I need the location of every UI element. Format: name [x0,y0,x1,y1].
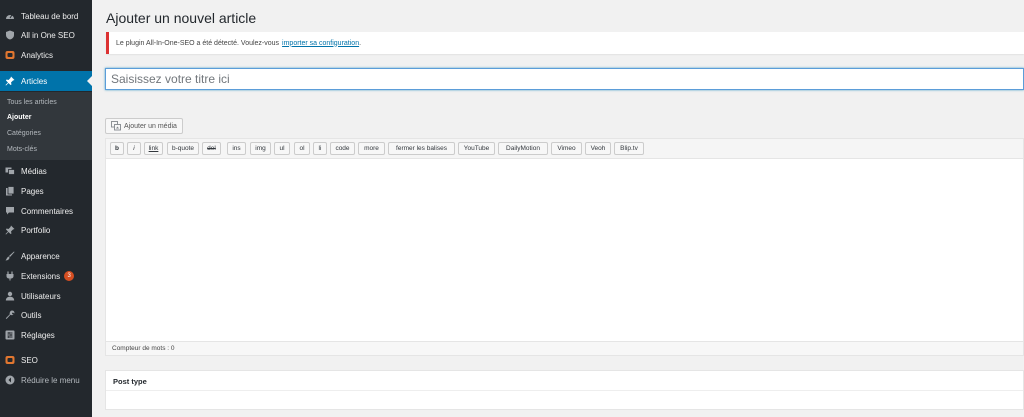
metabox-divider [106,390,1023,391]
wrench-icon [5,310,15,320]
qt-link-button[interactable]: link [144,142,163,155]
analytics-icon [5,50,15,60]
sidebar-item-all-in-one-seo[interactable]: All in One SEO [0,26,92,44]
sidebar-item-tools[interactable]: Outils [0,306,92,324]
collapse-menu-button[interactable]: Réduire le menu [0,371,92,389]
editor-statusbar: Compteur de mots : 0 [106,341,1023,355]
qt-youtube-button[interactable]: YouTube [458,142,495,155]
qt-code-button[interactable]: code [330,142,355,155]
submenu-categories[interactable]: Catégories [7,130,41,137]
qt-veoh-button[interactable]: Veoh [585,142,611,155]
sidebar-item-label: Utilisateurs [21,291,61,301]
dashboard-icon [5,11,15,21]
qt-del-button[interactable]: del [202,142,221,155]
sidebar-item-portfolio[interactable]: Portfolio [0,221,92,239]
sidebar-item-label: All in One SEO [21,30,75,40]
add-media-button[interactable]: Ajouter un média [105,118,183,134]
qt-img-button[interactable]: img [250,142,271,155]
quicktags-toolbar: b i link b-quote del ins img ul ol li co… [106,139,1023,159]
qt-blockquote-button[interactable]: b-quote [167,142,199,155]
import-config-link[interactable]: importer sa configuration [282,40,359,47]
comment-icon [5,206,15,216]
sidebar-item-label: Apparence [21,251,60,261]
sidebar-item-label: Outils [21,310,42,320]
pin-icon [5,225,15,235]
media-icon [111,121,121,131]
plugin-notice: Le plugin All-In-One-SEO a été détecté. … [106,32,1024,54]
sidebar-item-label: Analytics [21,50,54,60]
sidebar-item-settings[interactable]: Réglages [0,326,92,344]
sidebar-item-seo[interactable]: SEO [0,351,92,369]
sidebar-item-label: Articles [21,76,48,86]
sidebar-item-articles[interactable]: Articles [0,71,92,91]
sidebar-item-media[interactable]: Médias [0,162,92,180]
articles-submenu: Tous les articles Ajouter Catégories Mot… [0,92,92,160]
qt-close-tags-button[interactable]: fermer les balises [388,142,455,155]
qt-bliptv-button[interactable]: Blip.tv [614,142,644,155]
user-icon [5,291,15,301]
post-content-textarea[interactable] [106,160,1023,342]
sidebar-item-label: Pages [21,186,44,196]
qt-dailymotion-button[interactable]: DailyMotion [498,142,548,155]
submenu-add-new[interactable]: Ajouter [7,114,32,121]
sidebar-item-users[interactable]: Utilisateurs [0,287,92,305]
sidebar-item-analytics[interactable]: Analytics [0,46,92,64]
sidebar-item-dashboard[interactable]: Tableau de bord [0,7,92,25]
notice-text: Le plugin All-In-One-SEO a été détecté. … [116,39,280,47]
submenu-tags[interactable]: Mots-clés [7,146,37,153]
notice-tail: . [359,39,362,47]
settings-icon [5,330,15,340]
plugin-icon [5,271,15,281]
pin-icon [5,76,15,86]
sidebar-item-label: Réglages [21,330,55,340]
seo-icon [5,355,15,365]
post-title-input[interactable] [105,68,1024,90]
sidebar-item-label: SEO [21,355,38,365]
page-title: Ajouter un nouvel article [106,10,257,26]
word-count: Compteur de mots : 0 [112,345,175,352]
sidebar-item-label: Extensions [21,271,61,281]
metabox-title[interactable]: Post type [113,377,147,386]
collapse-icon [5,375,15,385]
sidebar-item-label: Tableau de bord [21,11,79,21]
sidebar-item-label: Réduire le menu [21,375,80,385]
qt-bold-button[interactable]: b [110,142,124,155]
sidebar-item-label: Commentaires [21,206,74,216]
post-editor: b i link b-quote del ins img ul ol li co… [105,138,1024,356]
add-media-label: Ajouter un média [124,122,177,130]
sidebar-item-label: Médias [21,166,47,176]
pages-icon [5,186,15,196]
post-type-metabox: Post type [105,370,1024,410]
qt-italic-button[interactable]: i [127,142,141,155]
media-icon [5,166,15,176]
sidebar-item-label: Portfolio [21,225,51,235]
admin-sidebar: Tableau de bord All in One SEO Analytics… [0,0,92,417]
qt-ul-button[interactable]: ul [274,142,290,155]
qt-vimeo-button[interactable]: Vimeo [551,142,582,155]
sidebar-item-appearance[interactable]: Apparence [0,247,92,265]
shield-icon [5,30,15,40]
sidebar-item-extensions[interactable]: Extensions 3 [0,267,92,285]
qt-ol-button[interactable]: ol [294,142,310,155]
brush-icon [5,251,15,261]
qt-ins-button[interactable]: ins [227,142,246,155]
sidebar-item-pages[interactable]: Pages [0,182,92,200]
submenu-all-articles[interactable]: Tous les articles [7,99,57,106]
sidebar-item-comments[interactable]: Commentaires [0,202,92,220]
qt-li-button[interactable]: li [313,142,327,155]
update-count-badge: 3 [64,271,75,281]
qt-more-button[interactable]: more [358,142,385,155]
